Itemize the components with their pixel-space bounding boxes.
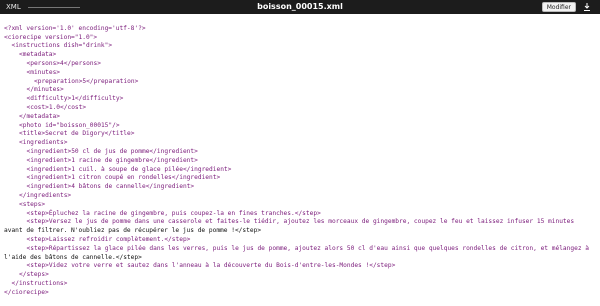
modify-button[interactable]: Modifier xyxy=(541,2,576,12)
code-line: <title>Secret de Digory</title> xyxy=(19,130,135,138)
code-line: <cost>1.0</cost> xyxy=(26,103,87,111)
top-bar: XML boisson_00015.xml Modifier xyxy=(0,0,600,14)
code-line: <step>Épluchez la racine de gingembre, p… xyxy=(26,209,321,217)
download-icon[interactable] xyxy=(582,2,592,12)
code-line: <ingredient>1 citron coupé en rondelles<… xyxy=(26,174,221,182)
code-line: <steps> xyxy=(19,200,46,208)
code-line: <ciorecipe version="1.0"> xyxy=(4,33,98,41)
code-line: <instructions dish="drink"> xyxy=(11,42,113,50)
code-line: <step>Répartissez la glace pilée dans le… xyxy=(26,244,590,252)
code-line: </ingredients> xyxy=(19,191,72,199)
code-line: </metadata> xyxy=(19,112,60,120)
code-line: </instructions> xyxy=(11,279,68,287)
code-line: <ingredients> xyxy=(19,139,68,147)
code-line: <preparation>5</preparation> xyxy=(34,77,139,85)
code-line: </minutes> xyxy=(26,86,64,94)
code-line: <ingredient>1 racine de gingembre</ingre… xyxy=(26,156,198,164)
xml-source-view: <?xml version='1.0' encoding='utf-8'?> <c… xyxy=(4,16,596,306)
code-line: l'aide des bâtons de cannelle.</step> xyxy=(4,253,142,261)
code-line: <step>Laissez refroidir complètement.</s… xyxy=(26,235,191,243)
code-line: </steps> xyxy=(19,271,49,279)
code-line: <photo id="boisson_00015"/> xyxy=(19,121,120,129)
code-line: <minutes> xyxy=(26,68,61,76)
code-line: <difficulty>1</difficulty> xyxy=(26,95,124,103)
code-line: <ingredient>4 bâtons de cannelle</ingred… xyxy=(26,183,195,191)
code-line: avant de filtrer. N'oubliez pas de récup… xyxy=(4,227,262,235)
file-title: boisson_00015.xml xyxy=(257,2,343,11)
code-line: <metadata> xyxy=(19,51,57,59)
code-line: </ciorecipe> xyxy=(4,288,49,296)
code-line: <persons>4</persons> xyxy=(26,59,102,67)
code-line: <step>Versez le jus de pomme dans une ca… xyxy=(26,218,575,226)
xml-declaration: <?xml version='1.0' encoding='utf-8'?> xyxy=(4,24,146,32)
code-line: <ingredient>50 cl de jus de pomme</ingre… xyxy=(26,147,198,155)
